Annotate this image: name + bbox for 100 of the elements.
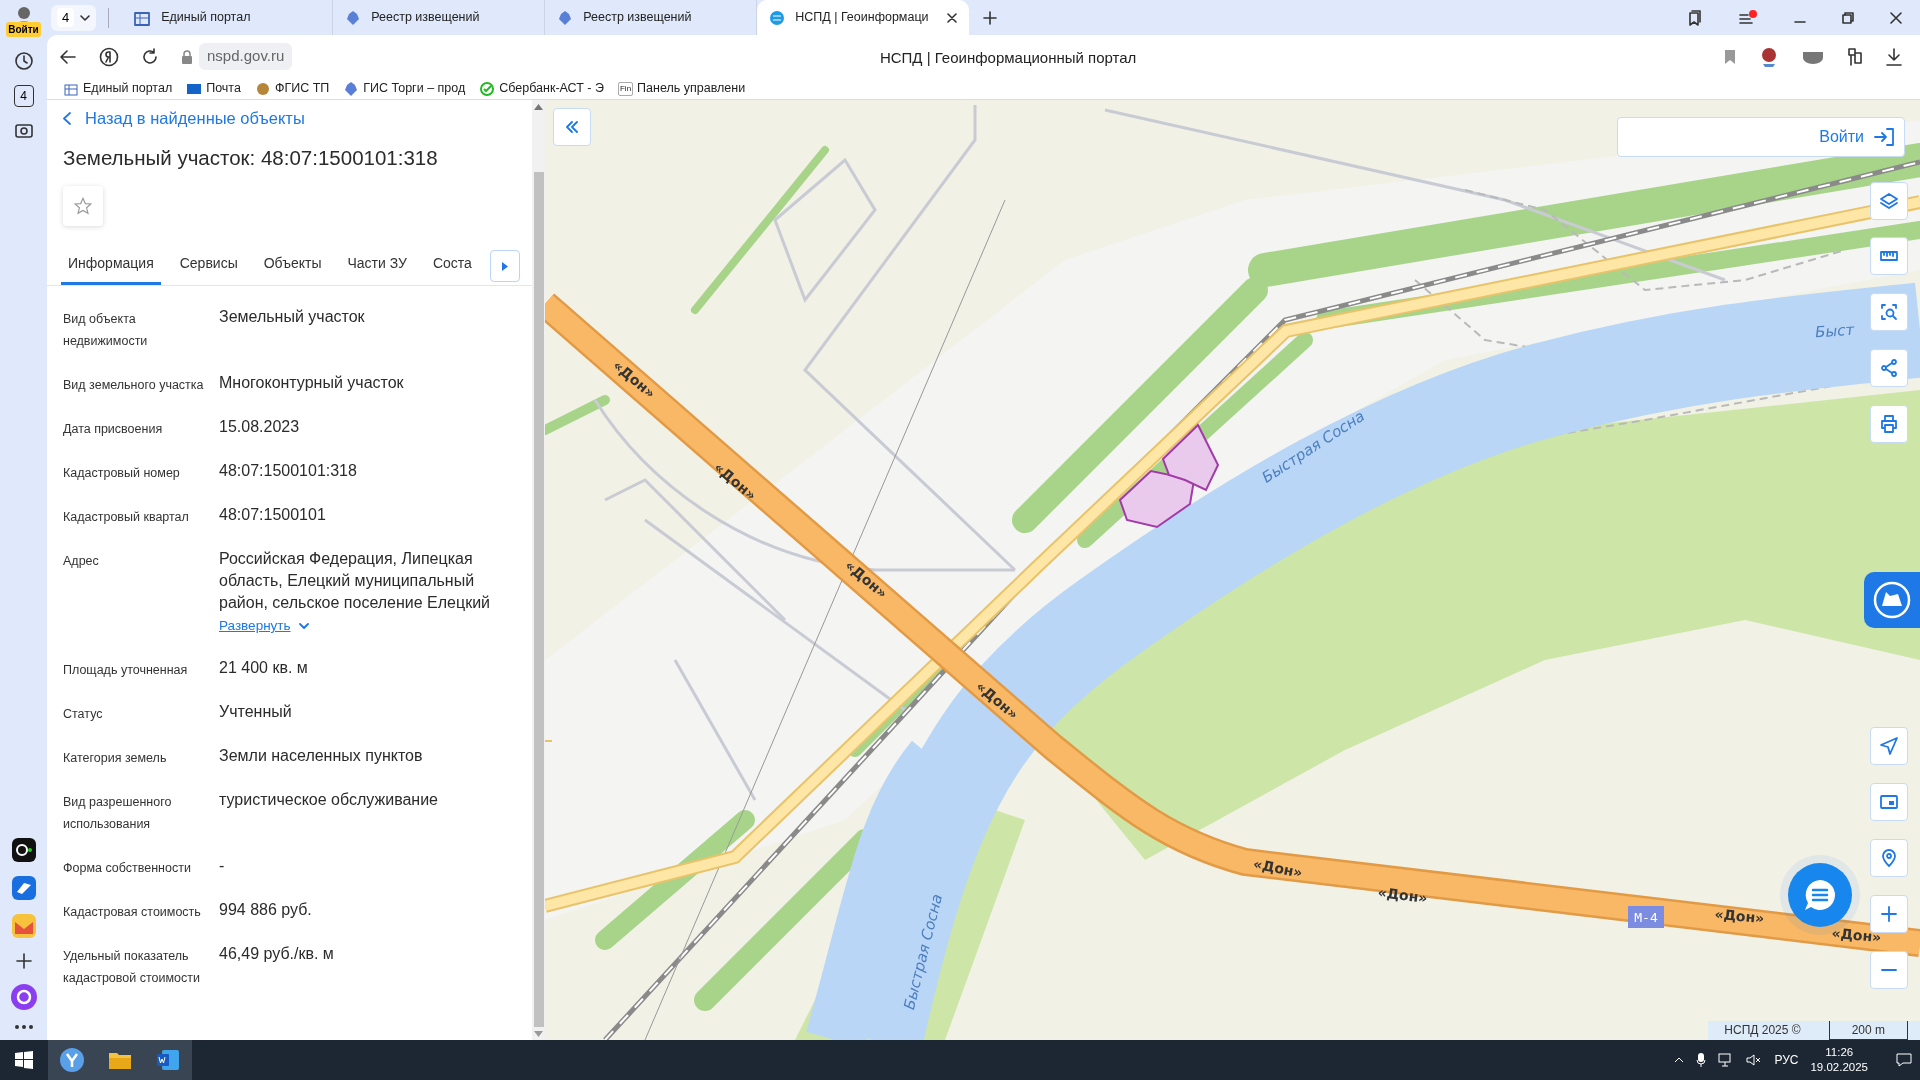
bookmark-link[interactable]: Единый портал (63, 79, 173, 98)
locate-button[interactable] (1870, 727, 1908, 765)
add-icon[interactable] (14, 952, 33, 970)
bookmarks-icon[interactable] (1686, 9, 1702, 26)
login-button[interactable]: Войти (1617, 117, 1905, 157)
field-value: 48:07:1500101 (219, 505, 327, 526)
bookmark-link[interactable]: ГИС Торги – прод (343, 79, 466, 98)
field-label: Кадастровый квартал (63, 509, 190, 527)
navigate-icon (1879, 736, 1899, 756)
close-icon[interactable] (947, 12, 958, 23)
microphone-icon[interactable] (1696, 1052, 1707, 1068)
profile-button[interactable]: Войти (6, 6, 41, 37)
measure-button[interactable] (1870, 237, 1908, 275)
more-icon[interactable] (13, 1024, 34, 1030)
select-area-button[interactable] (1870, 293, 1908, 331)
field-value: Земельный участок (219, 307, 366, 328)
minimap-icon (1879, 792, 1899, 812)
info-tab[interactable]: Сервисы (172, 244, 245, 286)
info-tab[interactable]: Соста (425, 244, 479, 286)
cadastre-panel-button[interactable] (1864, 572, 1920, 628)
star-icon (74, 197, 92, 216)
field-value: 46,49 руб./кв. м (219, 944, 335, 965)
address-field[interactable]: nspd.gov.ru (199, 43, 293, 70)
language-indicator[interactable]: РУС (1774, 1051, 1799, 1069)
bookmark-link[interactable]: Сбербанк-АСТ - Э (479, 79, 604, 98)
field-value: 21 400 кв. м (219, 658, 309, 679)
clock-time: 11:26 (1824, 1045, 1855, 1060)
collapse-panel-button[interactable] (553, 108, 591, 146)
app-icon[interactable] (11, 838, 36, 862)
chat-icon (1802, 877, 1838, 913)
download-icon[interactable] (1886, 47, 1902, 66)
menu-icon[interactable] (1738, 9, 1758, 26)
scroll-tabs-button[interactable] (490, 250, 520, 283)
taskbar-clock[interactable]: 11:26 19.02.2025 (1810, 1045, 1868, 1075)
field-label: Удельный показатель кадастровой стоимости (63, 948, 201, 988)
info-tab[interactable]: Информация (61, 244, 161, 286)
area-select-icon (1879, 302, 1899, 322)
land-parcel[interactable] (1161, 423, 1220, 492)
info-tab[interactable]: Объекты (256, 244, 329, 286)
field-label: Площадь уточненная (63, 662, 189, 680)
lock-icon (181, 49, 193, 64)
river-label: Быст (1814, 320, 1855, 342)
chevron-up-icon[interactable] (1674, 1057, 1685, 1063)
new-tab-icon[interactable] (983, 10, 998, 25)
layers-icon (1879, 191, 1899, 211)
field-label: Кадастровая стоимость (63, 904, 202, 922)
caret-right-icon (502, 261, 508, 271)
zoom-in-icon (1879, 904, 1899, 924)
restore-icon[interactable] (1842, 11, 1854, 24)
print-icon (1879, 414, 1899, 434)
share-button[interactable] (1870, 349, 1908, 387)
mail-icon[interactable] (11, 914, 36, 938)
land-parcel[interactable] (1118, 469, 1196, 529)
road-label: «Дон» (1713, 905, 1765, 927)
browser-taskbar-button[interactable] (48, 1040, 96, 1080)
extension-icon[interactable] (1802, 49, 1824, 64)
bookmark-link[interactable]: Почта (186, 79, 241, 98)
field-value: - (219, 856, 226, 877)
field-value: Земли населенных пунктов (219, 746, 424, 767)
word-taskbar-button[interactable] (144, 1040, 192, 1080)
field-label: Адрес (63, 553, 100, 571)
messenger-icon[interactable] (11, 876, 36, 900)
field-label: Вид объекта недвижимости (63, 311, 149, 351)
browser-tab[interactable]: НСПД | Геоинформаци (757, 0, 970, 35)
close-icon[interactable] (1890, 11, 1902, 24)
reload-icon[interactable] (141, 47, 159, 66)
field-value: туристическое обслуживание (219, 790, 439, 811)
globe-icon (769, 9, 786, 26)
route-shield: М-4 (1628, 906, 1664, 928)
bookmark-icon[interactable] (1724, 48, 1736, 65)
yandex-icon[interactable] (99, 46, 119, 67)
search-location-button[interactable] (1870, 839, 1908, 877)
scrollbar-thumb[interactable] (533, 172, 544, 1027)
back-link[interactable]: Назад в найденные объекты (63, 106, 305, 131)
field-value: Многоконтурный участок (219, 373, 405, 394)
page-title: НСПД | Геоинформационный портал (879, 47, 1137, 67)
field-value: 994 886 руб. (219, 900, 313, 921)
field-label: Категория земель (63, 750, 168, 768)
assistant-icon[interactable] (10, 984, 37, 1010)
layers-button[interactable] (1870, 182, 1908, 220)
minimap-button[interactable] (1870, 783, 1908, 821)
print-button[interactable] (1870, 405, 1908, 443)
expand-link[interactable]: Развернуть (219, 615, 309, 638)
back-icon[interactable] (59, 48, 77, 65)
scroll-up-icon[interactable] (534, 104, 543, 110)
notifications-icon[interactable] (1896, 1052, 1912, 1068)
zoom-out-button[interactable] (1870, 951, 1908, 989)
bookmark-link[interactable]: Fin Панель управлени (617, 79, 746, 98)
bookmark-link[interactable]: ФГИС ТП (254, 79, 330, 98)
tabs-count-button[interactable]: 4 (13, 85, 34, 107)
info-tab[interactable]: Части ЗУ (340, 244, 414, 286)
field-value: Учтенный (219, 702, 293, 723)
volume-muted-icon[interactable] (1746, 1053, 1763, 1067)
field-label: Кадастровый номер (63, 465, 181, 483)
field-label: Вид земельного участка (63, 377, 205, 395)
emblem-icon (254, 80, 271, 97)
tab-count-button[interactable]: 4 (51, 4, 97, 31)
screenshot-icon[interactable] (13, 121, 34, 141)
history-icon[interactable] (13, 51, 34, 71)
browser-icon (59, 1047, 85, 1073)
